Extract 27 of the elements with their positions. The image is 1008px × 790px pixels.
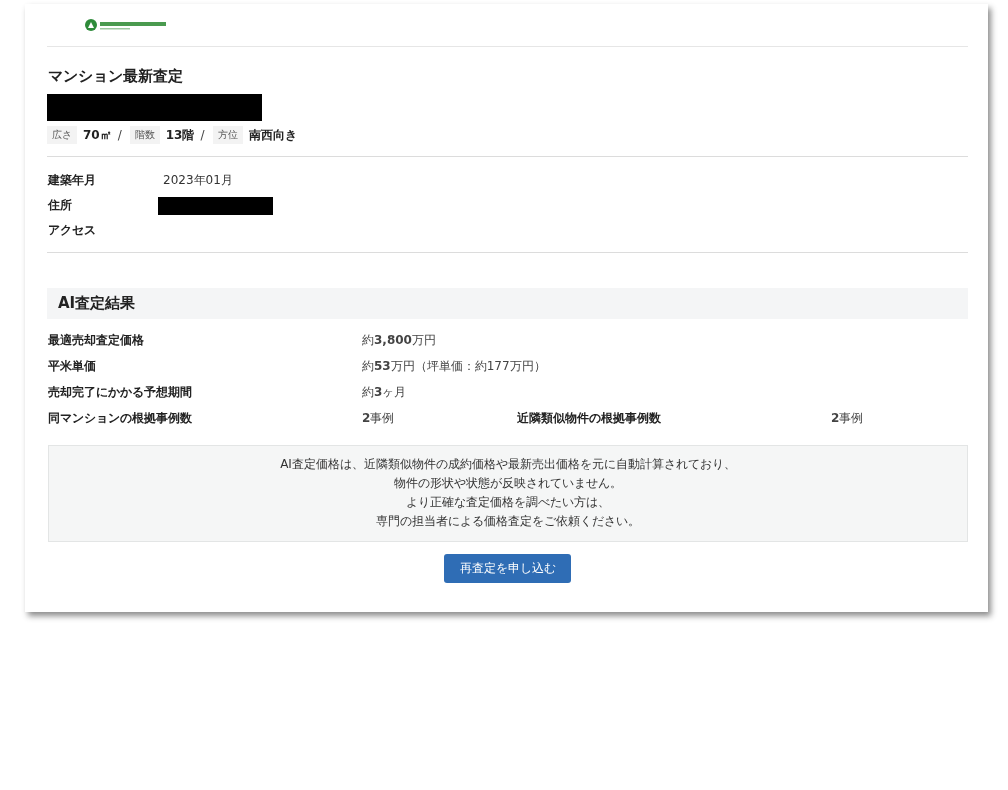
detail-value: 2023年01月: [162, 172, 234, 189]
logo-icon: [85, 19, 167, 31]
detail-label: 建築年月: [48, 172, 97, 189]
notice-text: AI査定価格は、近隣類似物件の成約価格や最新売出価格を元に自動計算されており、 物件の形状や状態が反映されていません。 より正確な査定価格を調べたい方は、 専門の担当者による価格査定をご依頼ください。: [48, 445, 968, 542]
spec-label: 方位: [212, 126, 243, 144]
page-title: マンション最新査定: [48, 66, 184, 86]
spec-separator: /: [200, 128, 205, 142]
result-label: 近隣類似物件の根拠事例数: [517, 410, 662, 427]
detail-label: 住所: [48, 197, 73, 214]
result-label: 最適売却査定価格: [48, 332, 145, 349]
section-title: AI査定結果: [47, 288, 968, 319]
spec-label: 広さ: [47, 126, 77, 144]
detail-label: アクセス: [48, 222, 97, 239]
reassessment-button[interactable]: 再査定を申し込む: [444, 554, 571, 583]
result-value: 約3ヶ月: [362, 384, 408, 401]
result-label: 同マンションの根拠事例数: [48, 410, 193, 427]
spec-separator: /: [117, 128, 122, 142]
result-label: 平米単価: [48, 358, 97, 375]
result-label: 売却完了にかかる予想期間: [48, 384, 193, 401]
result-value: 2事例: [831, 410, 865, 427]
spec-label: 階数: [129, 126, 160, 144]
spec-value: 南西向き: [248, 126, 297, 144]
result-value: 約3,800万円: [362, 332, 437, 349]
spec-value: 70㎡: [83, 126, 112, 144]
result-value: 2事例: [362, 410, 396, 427]
spec-value: 13階: [165, 126, 195, 144]
result-value: 約53万円（坪単価：約177万円）: [362, 358, 547, 375]
